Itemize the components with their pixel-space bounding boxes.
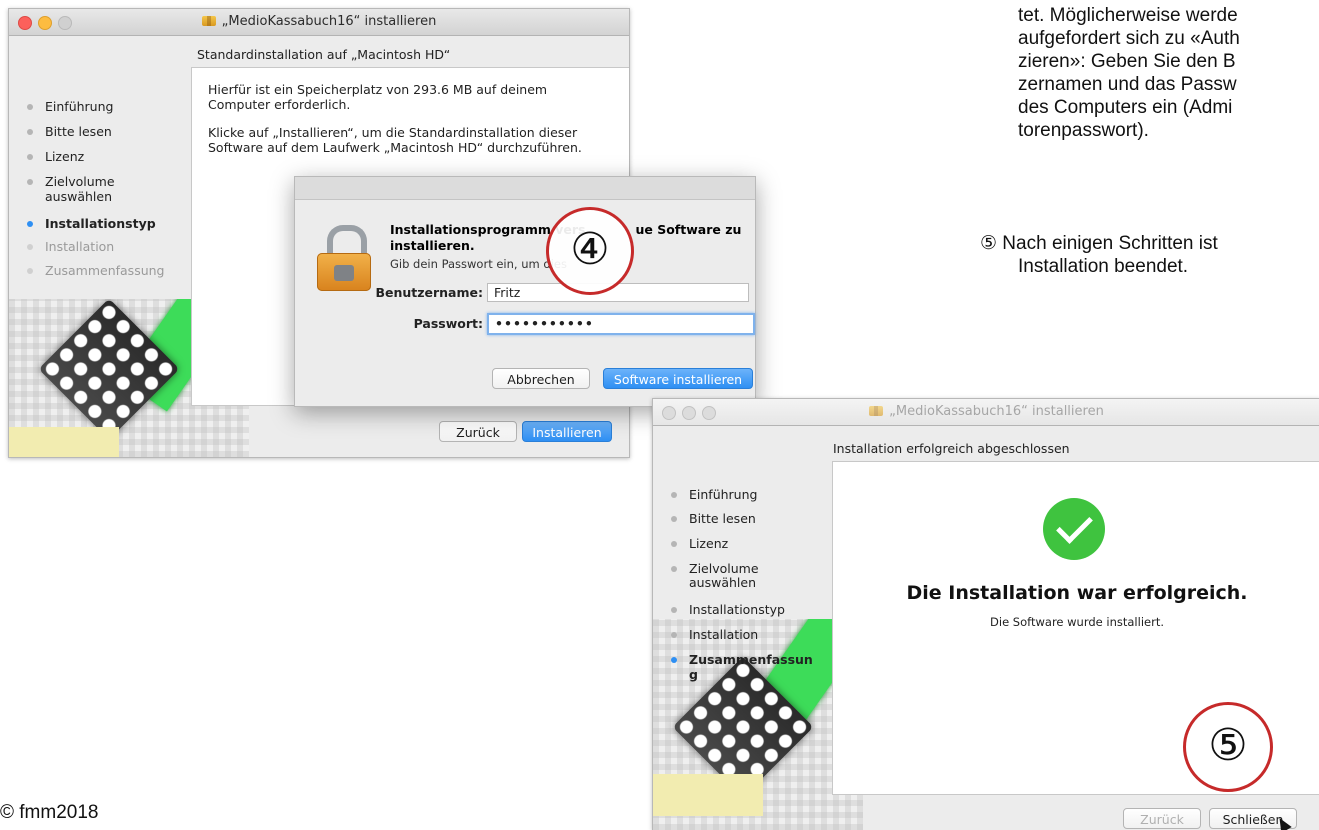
cancel-button[interactable]: Abbrechen xyxy=(492,368,590,389)
step-5-instruction: ⑤ Nach einigen Schritten ist Installatio… xyxy=(980,233,1218,277)
password-field[interactable]: ••••••••••• xyxy=(487,313,755,335)
space-info: Hierfür ist ein Speicherplatz von 293.6 … xyxy=(208,82,582,155)
back-button[interactable]: Zurück xyxy=(1123,808,1201,829)
success-check-icon xyxy=(1043,498,1105,560)
auth-dialog: Installationsprogramm vers ue Software zu… xyxy=(294,176,756,407)
lock-icon xyxy=(317,225,371,291)
success-title: Die Installation war erfolgreich. xyxy=(906,582,1248,604)
username-label: Benutzername: xyxy=(375,285,483,300)
copyright: © fmm2018 xyxy=(0,802,99,823)
step-4-callout: ④ xyxy=(546,207,634,295)
auth-subtext: Gib dein Passwort ein, um dies xyxy=(390,257,567,271)
username-field[interactable]: Fritz xyxy=(487,283,749,302)
step-5-callout: ⑤ xyxy=(1183,702,1273,792)
page-heading: Standardinstallation auf „Macintosh HD“ xyxy=(197,47,451,62)
package-icon xyxy=(201,16,216,26)
instruction-text: tet. Möglicherweise werde aufgefordert s… xyxy=(1018,5,1240,141)
install-software-button[interactable]: Software installieren xyxy=(603,368,753,389)
steps-sidebar: Einführung Bitte lesen Lizenz Zielvolume… xyxy=(653,399,843,830)
page-heading: Installation erfolgreich abgeschlossen xyxy=(833,441,1070,456)
password-label: Passwort: xyxy=(413,316,483,331)
steps-sidebar: Einführung Bitte lesen Lizenz Zielvolume… xyxy=(9,9,199,457)
back-button[interactable]: Zurück xyxy=(439,421,517,442)
success-subtitle: Die Software wurde installiert. xyxy=(990,615,1164,629)
package-icon xyxy=(869,406,884,416)
install-button[interactable]: Installieren xyxy=(522,421,612,442)
auth-dialog-bar xyxy=(295,177,755,200)
